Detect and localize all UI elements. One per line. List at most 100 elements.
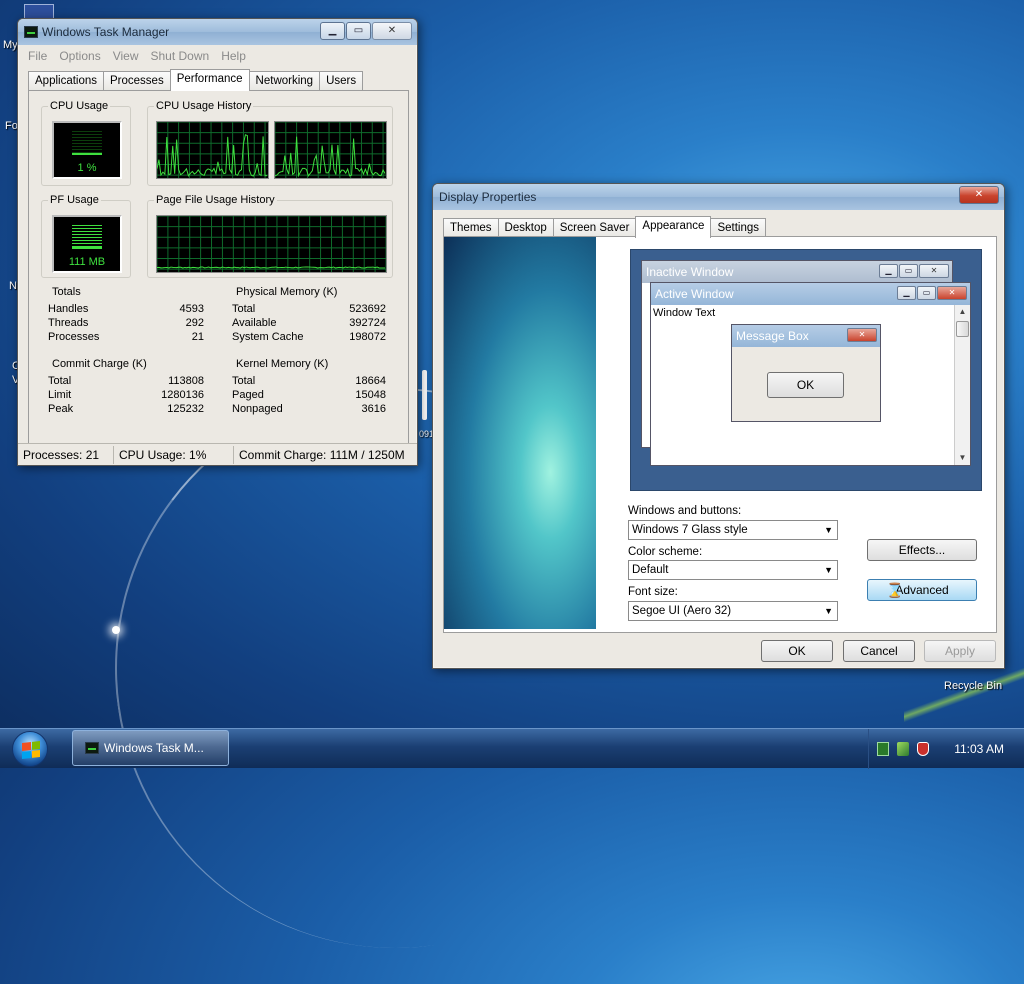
font-size-select[interactable]: Segoe UI (Aero 32) ▼ xyxy=(628,601,838,621)
physical-memory-label: Physical Memory (K) xyxy=(234,286,340,298)
tab-settings[interactable]: Settings xyxy=(710,218,767,238)
clock[interactable]: 11:03 AM xyxy=(954,742,1004,756)
preview-window-text: Window Text xyxy=(653,307,716,319)
close-button[interactable]: ✕ xyxy=(372,22,412,40)
task-manager-titlebar[interactable]: Windows Task Manager ▁ ▭ ✕ xyxy=(18,19,417,45)
start-button[interactable] xyxy=(12,731,48,767)
stat-row: Nonpaged 3616 xyxy=(232,403,386,417)
stat-row: Peak 125232 xyxy=(48,403,204,417)
security-shield-icon[interactable] xyxy=(917,742,929,756)
cpu-usage-value: 1 % xyxy=(77,162,97,174)
stat-row: Total 113808 xyxy=(48,375,204,389)
taskbar-task-manager-button[interactable]: Windows Task M... xyxy=(72,730,229,766)
cpu-history-group: CPU Usage History xyxy=(147,100,393,186)
stat-value: 21 xyxy=(191,331,204,343)
preview-inactive-title: Inactive Window xyxy=(646,265,734,279)
tab-applications[interactable]: Applications xyxy=(28,71,105,91)
tab-processes[interactable]: Processes xyxy=(103,71,171,91)
stat-row: System Cache 198072 xyxy=(232,331,386,345)
maximize-icon: ▭ xyxy=(917,286,936,300)
physical-memory-group: Physical Memory (K) Total 523692 Availabl… xyxy=(225,286,393,348)
scroll-thumb xyxy=(956,321,969,337)
windows-buttons-value: Windows 7 Glass style xyxy=(632,524,748,536)
font-size-label: Font size: xyxy=(628,586,678,598)
minimize-button[interactable]: ▁ xyxy=(320,22,345,40)
desktop-icon-label[interactable]: N xyxy=(9,280,17,292)
stat-value: 125232 xyxy=(167,403,204,415)
stat-key: Available xyxy=(232,317,277,329)
cpu-usage-meter: 1 % xyxy=(52,121,122,179)
status-processes: Processes: 21 xyxy=(18,445,114,464)
performance-panel: CPU Usage 1 % CPU Usage History PF Usage… xyxy=(28,90,409,456)
status-commit-charge: Commit Charge: 111M / 1250M xyxy=(239,447,405,462)
cancel-button[interactable]: Cancel xyxy=(843,640,915,662)
tab-screen-saver[interactable]: Screen Saver xyxy=(552,218,637,238)
effects-button[interactable]: Effects... xyxy=(867,539,977,561)
pf-usage-bars xyxy=(72,225,102,249)
commit-charge-label: Commit Charge (K) xyxy=(50,358,149,370)
tab-networking[interactable]: Networking xyxy=(248,71,321,91)
task-manager-title: Windows Task Manager xyxy=(42,25,170,39)
menu-file[interactable]: File xyxy=(22,49,53,63)
maximize-icon: ▭ xyxy=(899,264,918,278)
desktop-glow-dot xyxy=(112,626,120,634)
stat-key: Total xyxy=(48,375,72,387)
stat-row: Processes 21 xyxy=(48,331,204,345)
close-icon: ✕ xyxy=(974,189,984,200)
preview-message-titlebar: Message Box ✕ xyxy=(732,325,880,347)
stat-key: System Cache xyxy=(232,331,304,343)
minimize-icon: ▁ xyxy=(328,25,337,36)
tab-desktop[interactable]: Desktop xyxy=(497,218,554,238)
stat-value: 4593 xyxy=(179,303,204,315)
pf-usage-label: PF Usage xyxy=(48,194,101,206)
totals-group: Totals Handles 4593 Threads 292 Processes 2… xyxy=(41,286,211,348)
color-scheme-select[interactable]: Default ▼ xyxy=(628,560,838,580)
display-properties-titlebar[interactable]: Display Properties ✕ xyxy=(433,184,1004,210)
menu-options[interactable]: Options xyxy=(53,49,106,63)
stat-key: Peak xyxy=(48,403,74,415)
cpu-history-graph-1 xyxy=(156,121,269,179)
cpu-meter-tray-icon[interactable] xyxy=(877,742,889,756)
stat-row: Total 18664 xyxy=(232,375,386,389)
recycle-bin-label[interactable]: Recycle Bin xyxy=(944,680,1002,692)
ok-button[interactable]: OK xyxy=(761,640,833,662)
task-manager-window: Windows Task Manager ▁ ▭ ✕ File Options … xyxy=(17,18,418,466)
taskbar-task-label: Windows Task M... xyxy=(104,741,204,755)
maximize-button[interactable]: ▭ xyxy=(346,22,371,40)
apply-button[interactable]: Apply xyxy=(924,640,996,662)
tab-themes[interactable]: Themes xyxy=(443,218,499,238)
stat-value: 292 xyxy=(185,317,204,329)
network-tray-icon[interactable] xyxy=(897,742,909,756)
menu-view[interactable]: View xyxy=(107,49,145,63)
desktop-icon-label[interactable]: My xyxy=(3,39,18,51)
menu-help[interactable]: Help xyxy=(215,49,252,63)
scroll-up-icon: ▲ xyxy=(958,307,967,316)
stat-row: Threads 292 xyxy=(48,317,204,331)
tab-users[interactable]: Users xyxy=(319,71,364,91)
tab-appearance[interactable]: Appearance xyxy=(635,216,712,238)
preview-active-title: Active Window xyxy=(655,287,734,301)
stat-key: Limit xyxy=(48,389,72,401)
minimize-icon: ▁ xyxy=(879,264,898,278)
close-button[interactable]: ✕ xyxy=(959,186,999,204)
system-tray: 11:03 AM xyxy=(868,729,1024,769)
menu-shut-down[interactable]: Shut Down xyxy=(145,49,216,63)
tab-performance[interactable]: Performance xyxy=(169,69,250,91)
color-scheme-label: Color scheme: xyxy=(628,546,703,558)
stat-key: Threads xyxy=(48,317,89,329)
windows-buttons-select[interactable]: Windows 7 Glass style ▼ xyxy=(628,520,838,540)
scroll-down-icon: ▼ xyxy=(958,453,967,462)
preview-ok-button: OK xyxy=(767,372,844,398)
wallpaper-preview xyxy=(444,237,596,629)
task-manager-app-icon xyxy=(85,742,99,754)
pf-history-graph xyxy=(156,215,387,273)
cpu-history-label: CPU Usage History xyxy=(154,100,254,112)
desktop-icon-label[interactable]: Fo xyxy=(5,120,18,132)
stat-value: 1280136 xyxy=(161,389,204,401)
font-size-value: Segoe UI (Aero 32) xyxy=(632,605,732,617)
kernel-memory-label: Kernel Memory (K) xyxy=(234,358,331,370)
pf-history-group: Page File Usage History xyxy=(147,194,393,278)
commit-charge-group: Commit Charge (K) Total 113808 Limit 12801… xyxy=(41,358,211,420)
preview-message-title: Message Box xyxy=(736,329,809,343)
advanced-button[interactable]: ⌛ Advanced xyxy=(867,579,977,601)
